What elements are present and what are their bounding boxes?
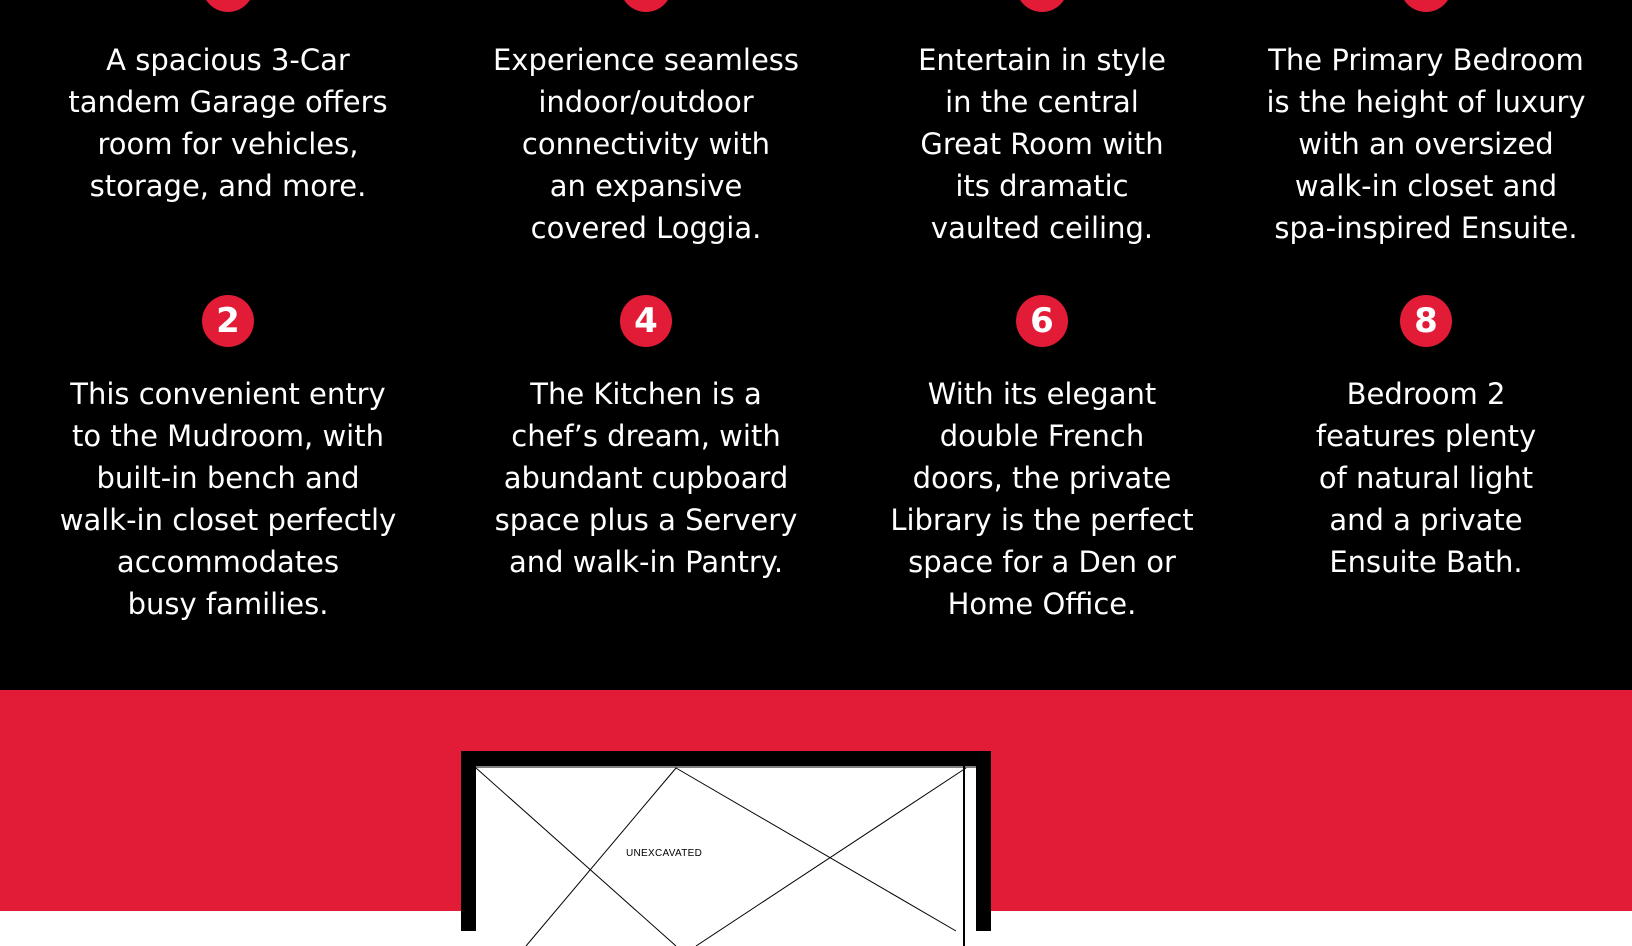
feature-text-library: With its elegant double French doors, th… (890, 377, 1194, 621)
feature-text-great-room: Entertain in style in the central Great … (918, 43, 1166, 245)
feature-number-badge: 7 (1400, 0, 1452, 12)
floor-plan-drawing: UNEXCAVATED (476, 766, 976, 946)
feature-number-badge: 1 (202, 0, 254, 12)
feature-number-badge: 6 (1016, 295, 1068, 347)
feature-number-badge: 3 (620, 0, 672, 12)
feature-text-garage: A spacious 3-Car tandem Garage offers ro… (68, 43, 388, 203)
feature-text-bedroom-2: Bedroom 2 features plenty of natural lig… (1315, 377, 1537, 579)
feature-text-loggia: Experience seamless indoor/outdoor conne… (492, 43, 800, 245)
unexcavated-area-lines (476, 766, 976, 946)
feature-number-badge: 8 (1400, 295, 1452, 347)
feature-number-badge: 5 (1016, 0, 1068, 12)
feature-text-mudroom: This convenient entry to the Mudroom, wi… (59, 377, 397, 621)
feature-text-primary-bedroom: The Primary Bedroom is the height of lux… (1266, 43, 1586, 245)
unexcavated-label: UNEXCAVATED (626, 848, 703, 859)
features-section: 1 A spacious 3-Car tandem Garage offers … (0, 0, 1632, 690)
floor-plan: UNEXCAVATED (461, 751, 991, 946)
feature-number-badge: 2 (202, 295, 254, 347)
feature-number-badge: 4 (620, 295, 672, 347)
feature-text-kitchen: The Kitchen is a chef’s dream, with abun… (494, 377, 798, 579)
